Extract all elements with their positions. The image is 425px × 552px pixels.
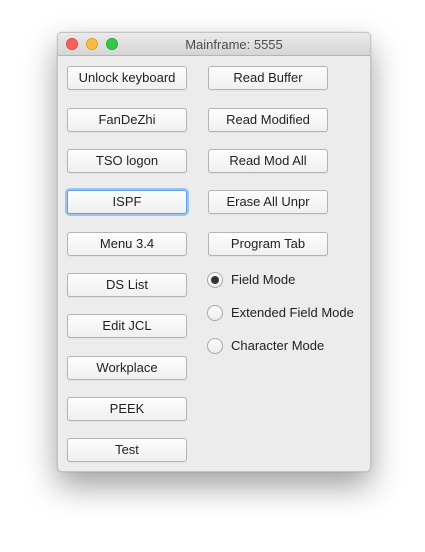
menu-3-4-button[interactable]: Menu 3.4 — [67, 232, 187, 256]
radio-label: Extended Field Mode — [231, 305, 354, 320]
erase-all-unpr-button[interactable]: Erase All Unpr — [208, 190, 328, 214]
read-modified-button[interactable]: Read Modified — [208, 108, 328, 132]
ds-list-button[interactable]: DS List — [67, 273, 187, 297]
radio-label: Character Mode — [231, 338, 325, 353]
radio-label: Field Mode — [231, 272, 296, 287]
read-buffer-button[interactable]: Read Buffer — [208, 66, 328, 90]
radio-selected-icon[interactable] — [207, 272, 223, 288]
title-bar[interactable]: Mainframe: 5555 — [58, 33, 370, 56]
fandezhi-button[interactable]: FanDeZhi — [67, 108, 187, 132]
radio-unselected-icon[interactable] — [207, 338, 223, 354]
window-title: Mainframe: 5555 — [185, 37, 283, 52]
mainframe-window: Mainframe: 5555 Unlock keyboard FanDeZhi… — [57, 32, 371, 472]
edit-jcl-button[interactable]: Edit JCL — [67, 314, 187, 338]
radio-unselected-icon[interactable] — [207, 305, 223, 321]
program-tab-button[interactable]: Program Tab — [208, 232, 328, 256]
peek-button[interactable]: PEEK — [67, 397, 187, 421]
tso-logon-button[interactable]: TSO logon — [67, 149, 187, 173]
read-mod-all-button[interactable]: Read Mod All — [208, 149, 328, 173]
unlock-keyboard-button[interactable]: Unlock keyboard — [67, 66, 187, 90]
test-button[interactable]: Test — [67, 438, 187, 462]
workplace-button[interactable]: Workplace — [67, 356, 187, 380]
ispf-button[interactable]: ISPF — [67, 190, 187, 214]
window-content: Unlock keyboard FanDeZhi TSO logon ISPF … — [58, 56, 370, 471]
